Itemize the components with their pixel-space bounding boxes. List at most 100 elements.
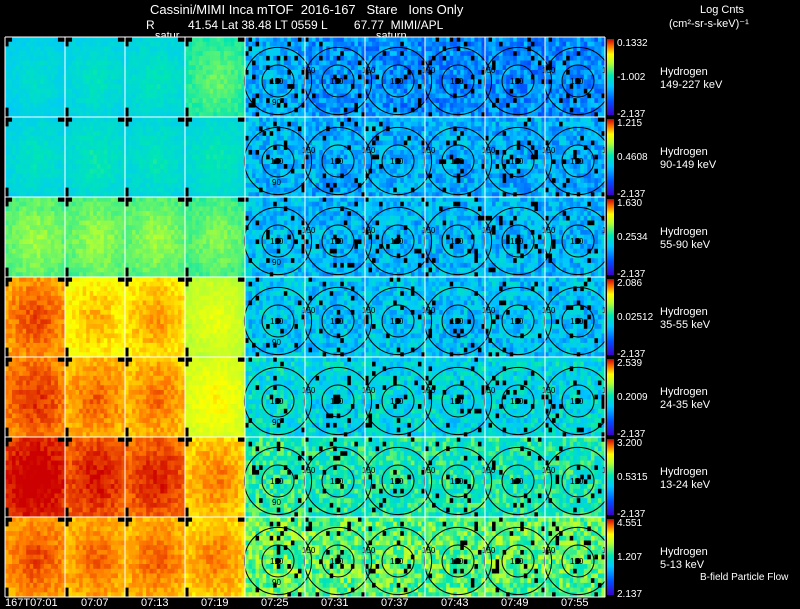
heatmap-cell [396, 168, 401, 174]
heatmap-cell [43, 74, 48, 80]
heatmap-cell [237, 187, 242, 193]
heatmap-cell [343, 84, 348, 90]
heatmap-cell [149, 173, 154, 179]
heatmap-cell [114, 182, 119, 188]
heatmap-cell [382, 117, 387, 123]
heatmap-cell [492, 74, 496, 80]
heatmap-cell [425, 102, 429, 108]
heatmap-cell [220, 168, 225, 174]
heatmap-cell [96, 126, 101, 132]
heatmap-cell [174, 117, 179, 123]
heatmap-cell [72, 173, 76, 179]
heatmap-cell [237, 46, 242, 52]
heatmap-cell [319, 149, 324, 156]
heatmap-cell [43, 65, 48, 71]
heatmap-cell [347, 102, 352, 108]
heatmap-cell [100, 79, 105, 85]
heatmap-cell [305, 182, 309, 188]
heatmap-cell [19, 178, 24, 184]
heatmap-cell [216, 164, 221, 170]
heatmap-cell [319, 37, 324, 43]
heatmap-cell [139, 149, 144, 156]
heatmap-cell [389, 69, 394, 76]
heatmap-cell [213, 79, 218, 85]
heatmap-cell [559, 69, 564, 76]
heatmap-cell [5, 102, 9, 108]
heatmap-cell [417, 168, 422, 174]
heatmap-cell [93, 79, 98, 85]
heatmap-cell [425, 55, 429, 61]
heatmap-cell [40, 84, 45, 90]
heatmap-cell [160, 187, 165, 193]
heatmap-cell [103, 117, 108, 123]
heatmap-cell [354, 159, 359, 165]
heatmap-cell [33, 126, 38, 132]
heatmap-cell [188, 131, 193, 137]
heatmap-cell [326, 149, 331, 156]
heatmap-cell [417, 164, 422, 170]
heatmap-cell [530, 98, 535, 104]
heatmap-cell [15, 149, 20, 156]
heatmap-cell [15, 51, 20, 57]
heatmap-cell [29, 55, 34, 61]
heatmap-cell [230, 154, 235, 160]
heatmap-cell [379, 173, 384, 179]
heatmap-cell [100, 93, 105, 99]
heatmap-cell [213, 173, 218, 179]
heatmap-cell [167, 131, 172, 137]
heatmap-cell [199, 159, 204, 165]
heatmap-cell [72, 69, 76, 76]
heatmap-cell [456, 98, 461, 104]
heatmap-cell [12, 164, 16, 170]
heatmap-cell [527, 98, 532, 104]
heatmap-cell [110, 140, 115, 146]
heatmap-cell [107, 187, 112, 193]
heatmap-cell [262, 41, 267, 47]
heatmap-cell [336, 37, 341, 43]
heatmap-cell [149, 37, 154, 43]
heatmap-cell [375, 178, 380, 184]
heatmap-cell [209, 55, 214, 61]
heatmap-cell [209, 173, 214, 179]
heatmap-cell [117, 93, 122, 99]
heatmap-cell [527, 79, 532, 85]
heatmap-cell [15, 154, 20, 160]
heatmap-cell [132, 51, 136, 57]
heatmap-cell [315, 65, 320, 71]
heatmap-cell [587, 60, 592, 66]
heatmap-cell [79, 178, 84, 184]
heatmap-cell [319, 173, 324, 179]
heatmap-cell [333, 98, 338, 104]
heatmap-cell [188, 51, 193, 57]
heatmap-cell [594, 46, 599, 52]
heatmap-cell [372, 121, 376, 127]
heatmap-cell [192, 88, 196, 94]
heatmap-cell [597, 74, 602, 80]
heatmap-cell [255, 79, 260, 85]
heatmap-cell [33, 131, 38, 137]
heatmap-cell [326, 55, 331, 61]
heatmap-cell [523, 41, 528, 47]
heatmap-cell [396, 65, 401, 71]
heatmap-cell [19, 88, 24, 94]
heatmap-cell [389, 182, 394, 188]
heatmap-cell [252, 173, 256, 179]
heatmap-cell [43, 55, 48, 61]
heatmap-cell [597, 84, 602, 90]
heatmap-cell [72, 149, 76, 156]
heatmap-cell [128, 149, 133, 156]
heatmap-cell [216, 74, 221, 80]
heatmap-cell [516, 102, 521, 108]
heatmap-cell [365, 74, 369, 80]
heatmap-cell [160, 154, 165, 160]
heatmap-cell [82, 65, 87, 71]
heatmap-cell [474, 84, 479, 90]
heatmap-cell [435, 121, 440, 127]
heatmap-cell [167, 93, 172, 99]
heatmap-cell [163, 164, 168, 170]
heatmap-cell [57, 168, 62, 174]
heatmap-cell [590, 93, 595, 99]
heatmap-cell [456, 37, 461, 43]
heatmap-cell [128, 60, 133, 66]
heatmap-cell [305, 55, 309, 61]
